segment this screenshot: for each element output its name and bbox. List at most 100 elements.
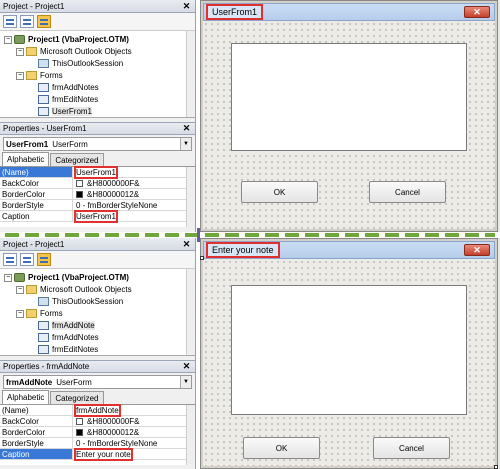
ok-button[interactable]: OK	[241, 181, 318, 203]
resize-handle[interactable]	[494, 465, 498, 469]
color-swatch	[76, 179, 83, 187]
ok-button[interactable]: OK	[243, 437, 320, 459]
tab-categorized[interactable]: Categorized	[50, 391, 104, 404]
tree-item[interactable]: frmAddNotes	[38, 82, 99, 93]
note-textbox[interactable]	[231, 285, 467, 415]
close-icon[interactable]: ✕	[464, 6, 490, 18]
property-value-highlighted[interactable]: UserFrom1	[73, 165, 119, 179]
close-icon[interactable]: ✕	[464, 244, 490, 256]
cancel-button[interactable]: Cancel	[373, 437, 450, 459]
property-row[interactable]: Caption UserFrom1	[0, 209, 195, 223]
tree-item[interactable]: ThisOutlookSession	[38, 296, 123, 307]
project-explorer-title: Project - Project1	[3, 1, 65, 11]
properties-header: Properties - frmAddNote ✕	[0, 360, 195, 373]
project-tree: − Project1 (VbaProject.OTM) − Microsoft …	[0, 269, 195, 356]
folder-icon	[26, 285, 37, 294]
tree-item[interactable]: frmEditNotes	[38, 344, 98, 355]
collapse-icon[interactable]: −	[16, 285, 24, 294]
property-row[interactable]: BorderStyle 0 - fmBorderStyleNone	[0, 200, 195, 211]
tree-item[interactable]: frmEditNotes	[38, 94, 98, 105]
object-type: UserForm	[52, 139, 88, 149]
property-row[interactable]: BorderColor &H80000012&	[0, 427, 195, 438]
form-designer-area: UserFrom1 ✕ OK Cancel	[200, 0, 500, 232]
tree-scrollbar[interactable]	[186, 31, 195, 117]
vba-project-icon	[14, 273, 25, 282]
properties-tabs: Alphabetic Categorized	[0, 152, 195, 167]
collapse-icon[interactable]: −	[16, 71, 24, 80]
close-icon[interactable]: ✕	[181, 361, 192, 372]
form-titlebar[interactable]: UserFrom1 ✕	[203, 3, 495, 21]
toggle-folders-icon[interactable]	[37, 15, 51, 28]
tab-alphabetic[interactable]: Alphabetic	[2, 390, 50, 404]
tab-categorized[interactable]: Categorized	[50, 153, 104, 166]
collapse-icon[interactable]: −	[4, 35, 12, 44]
grid-scrollbar[interactable]	[186, 405, 195, 465]
property-row[interactable]: Caption Enter your note	[0, 447, 195, 461]
collapse-icon[interactable]: −	[16, 47, 24, 56]
property-row[interactable]: BackColor &H8000000F&	[0, 178, 195, 189]
project-toolbar	[0, 251, 195, 269]
tree-root[interactable]: − Project1 (VbaProject.OTM)	[4, 272, 129, 283]
top-screenshot: Project - Project1 ✕ − Project1 (VbaProj…	[0, 0, 500, 232]
form-icon	[38, 321, 49, 330]
tree-item[interactable]: ThisOutlookSession	[38, 58, 123, 69]
close-icon[interactable]: ✕	[181, 123, 192, 134]
view-object-icon[interactable]	[20, 15, 34, 28]
property-row[interactable]: BorderStyle 0 - fmBorderStyleNone	[0, 438, 195, 449]
tree-item[interactable]: − Microsoft Outlook Objects	[16, 284, 132, 295]
properties-title: Properties - UserFrom1	[3, 124, 87, 133]
form-designer[interactable]: UserFrom1 ✕ OK Cancel	[200, 0, 498, 232]
tree-item-selected[interactable]: UserFrom1	[38, 106, 93, 117]
tab-alphabetic[interactable]: Alphabetic	[2, 152, 50, 166]
tree-item[interactable]: − Forms	[16, 308, 63, 319]
property-value-highlighted[interactable]: frmAddNote	[74, 403, 121, 417]
grid-scrollbar[interactable]	[186, 167, 195, 227]
vbe-left-panel: Project - Project1 ✕ − Project1 (VbaProj…	[0, 238, 196, 469]
property-row[interactable]: (Name) frmAddNote	[0, 403, 195, 417]
color-swatch	[76, 428, 83, 436]
tree-item[interactable]: − Microsoft Outlook Objects	[16, 46, 132, 57]
tree-item-selected[interactable]: frmAddNote	[38, 320, 95, 331]
collapse-icon[interactable]: −	[16, 309, 24, 318]
form-caption: UserFrom1	[205, 4, 264, 20]
view-code-icon[interactable]	[3, 15, 17, 28]
module-icon	[38, 297, 49, 306]
form-icon	[38, 95, 49, 104]
object-selector[interactable]: frmAddNote UserForm ▼	[3, 375, 192, 389]
form-canvas[interactable]: OK Cancel	[200, 256, 498, 469]
folder-icon	[26, 47, 37, 56]
form-designer[interactable]: Enter your note ✕ OK Cancel	[200, 238, 498, 469]
property-value-highlighted[interactable]: UserFrom1	[73, 209, 119, 223]
toggle-folders-icon[interactable]	[37, 253, 51, 266]
close-icon[interactable]: ✕	[181, 1, 192, 12]
chevron-down-icon[interactable]: ▼	[180, 376, 191, 388]
form-icon	[38, 345, 49, 354]
note-textbox[interactable]	[231, 43, 467, 151]
folder-icon	[26, 309, 37, 318]
form-designer-area: Enter your note ✕ OK Cancel	[200, 238, 500, 469]
view-code-icon[interactable]	[3, 253, 17, 266]
properties-tabs: Alphabetic Categorized	[0, 390, 195, 405]
property-row[interactable]: BorderColor &H80000012&	[0, 189, 195, 200]
tree-scrollbar[interactable]	[186, 269, 195, 355]
object-selector[interactable]: UserFrom1 UserForm ▼	[3, 137, 192, 151]
tree-root[interactable]: − Project1 (VbaProject.OTM)	[4, 34, 129, 45]
property-value-highlighted[interactable]: Enter your note	[74, 447, 133, 461]
chevron-down-icon[interactable]: ▼	[180, 138, 191, 150]
dashed-separator	[5, 233, 495, 237]
form-icon	[38, 333, 49, 342]
tree-item[interactable]: − Forms	[16, 70, 63, 81]
view-object-icon[interactable]	[20, 253, 34, 266]
form-canvas[interactable]: OK Cancel	[203, 21, 495, 229]
close-icon[interactable]: ✕	[181, 239, 192, 250]
project-explorer-header: Project - Project1 ✕	[0, 0, 195, 13]
property-row[interactable]: BackColor &H8000000F&	[0, 416, 195, 427]
bottom-screenshot: Project - Project1 ✕ − Project1 (VbaProj…	[0, 238, 500, 469]
collapse-icon[interactable]: −	[4, 273, 12, 282]
tree-item[interactable]: frmAddNotes	[38, 332, 99, 343]
resize-handle[interactable]	[200, 256, 204, 260]
cancel-button[interactable]: Cancel	[369, 181, 446, 203]
form-icon	[38, 83, 49, 92]
property-row[interactable]: (Name) UserFrom1	[0, 165, 195, 179]
form-titlebar[interactable]: Enter your note ✕	[203, 241, 495, 259]
